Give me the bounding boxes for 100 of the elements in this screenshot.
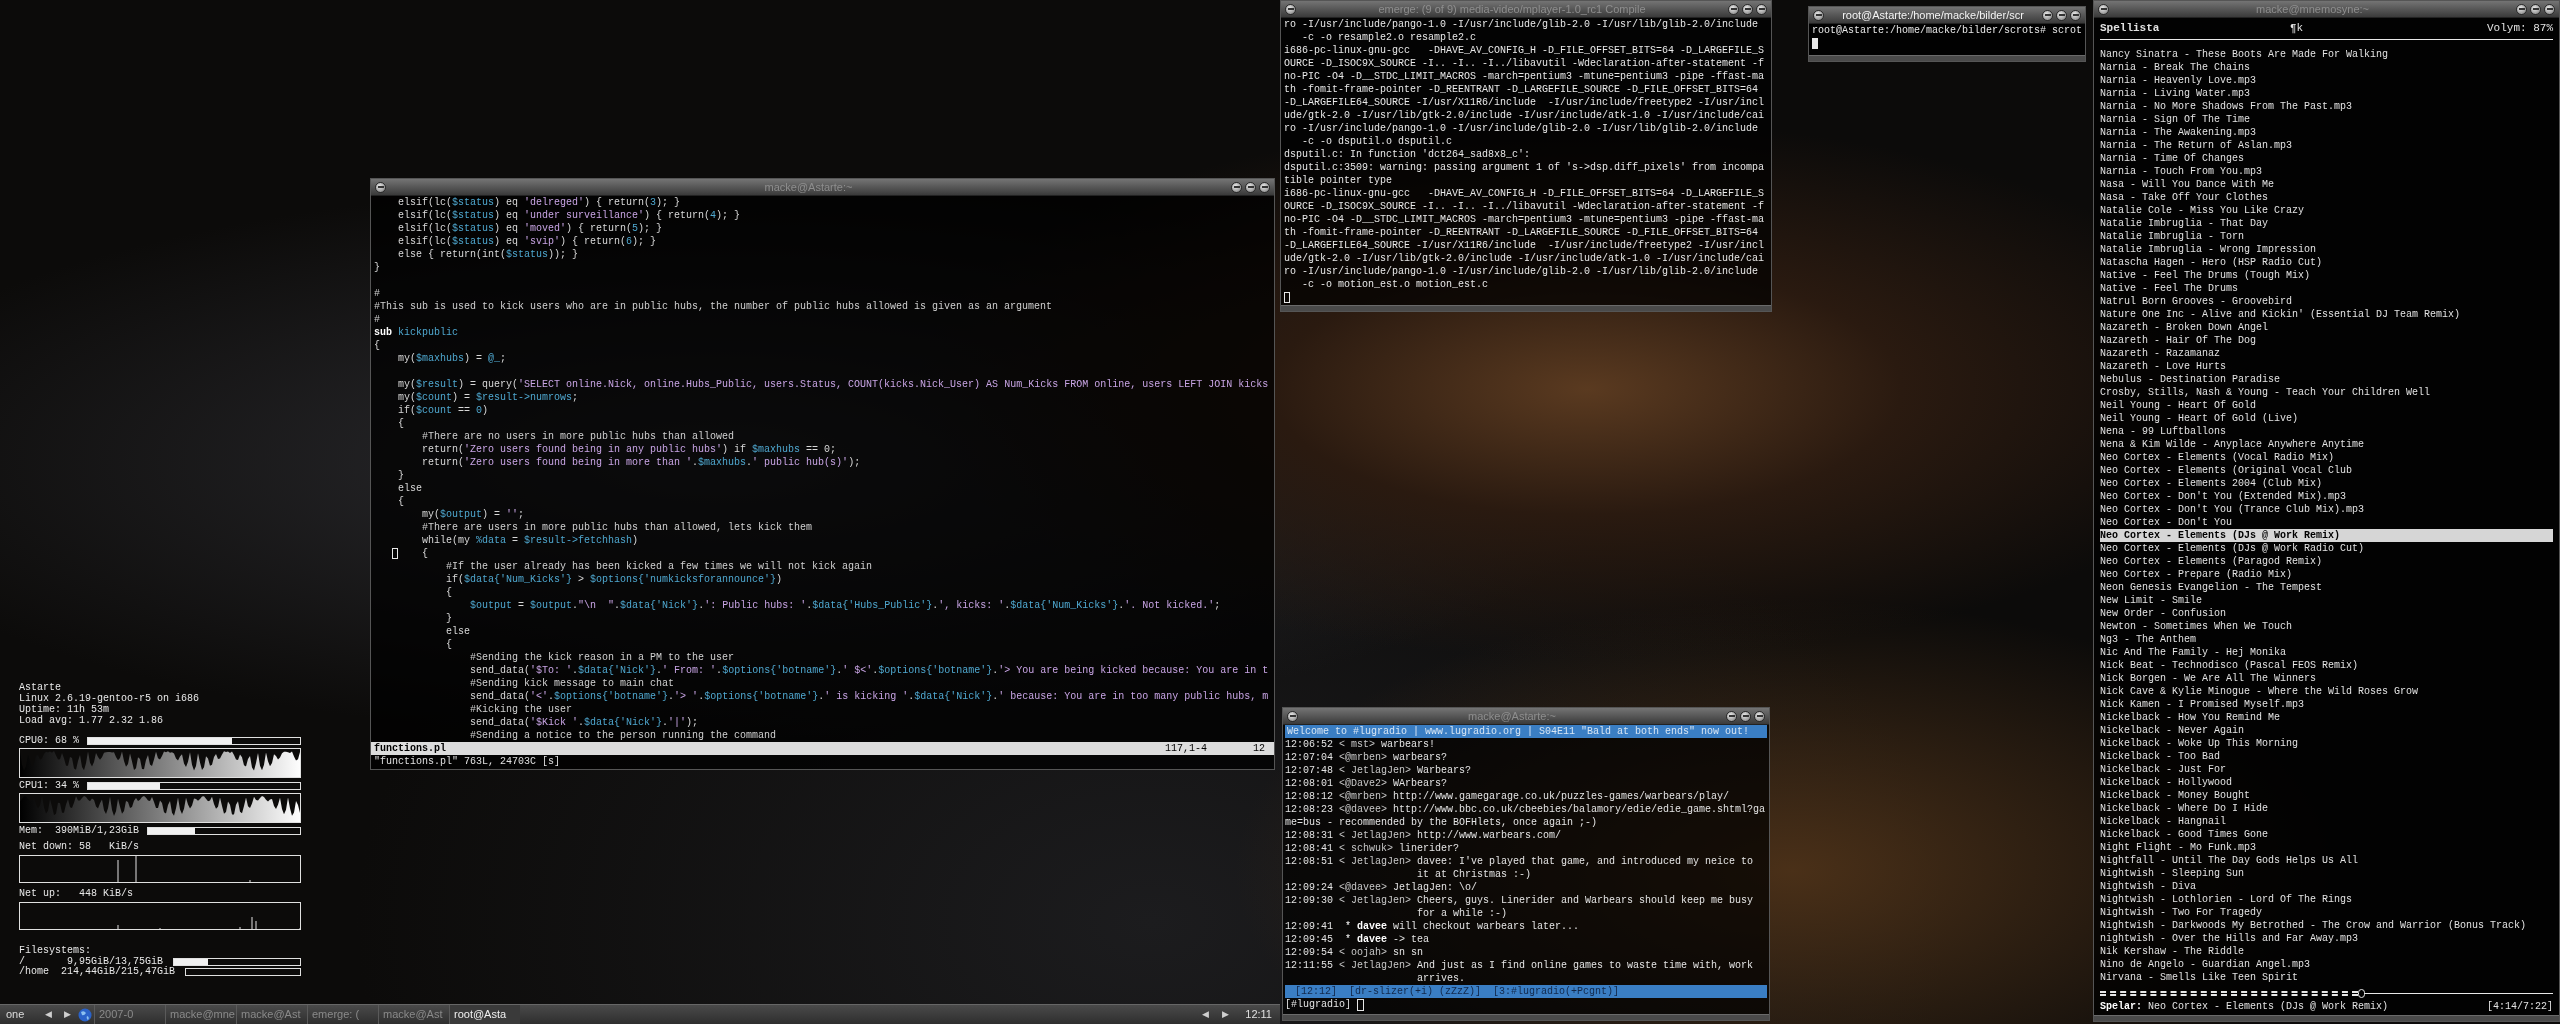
window-button[interactable] (1285, 3, 1296, 15)
playlist-item[interactable]: Natalie Imbruglia - Torn (2100, 230, 2553, 243)
playlist-item[interactable]: Nightwish - Diva (2100, 880, 2553, 893)
playlist-item[interactable]: New Limit - Smile (2100, 594, 2553, 607)
playlist-item[interactable]: Neo Cortex - Elements (Paragod Remix) (2100, 555, 2553, 568)
input-field[interactable] (1357, 998, 1364, 1011)
playlist-item[interactable]: Nickelback - Woke Up This Morning (2100, 737, 2553, 750)
playlist-item[interactable]: Neo Cortex - Elements (Original Vocal Club (2100, 464, 2553, 477)
playlist-item[interactable]: Neo Cortex - Prepare (Radio Mix) (2100, 568, 2553, 581)
playlist-item[interactable]: Natalie Imbruglia - Wrong Impression (2100, 243, 2553, 256)
window-button[interactable] (375, 181, 386, 193)
window-button[interactable] (1756, 3, 1767, 15)
playlist-item[interactable]: Natalie Imbruglia - That Day (2100, 217, 2553, 230)
window-button[interactable] (1726, 710, 1737, 722)
playlist-item[interactable]: Narnia - Time Of Changes (2100, 152, 2553, 165)
playlist-item[interactable]: Nebulus - Destination Paradise (2100, 373, 2553, 386)
playlist-item[interactable]: Nature One Inc - Alive and Kickin' (Essential DJ Team Remix) (2100, 308, 2553, 321)
playlist-item[interactable]: Nickelback - Money Bought (2100, 789, 2553, 802)
playlist-item[interactable]: Neo Cortex - Elements (DJs @ Work Radio Cut) (2100, 542, 2553, 555)
playlist-item[interactable]: Nickelback - Too Bad (2100, 750, 2553, 763)
playlist-item[interactable]: Nic And The Family - Hej Monika (2100, 646, 2553, 659)
playlist-item[interactable]: Natascha Hagen - Hero (HSP Radio Cut) (2100, 256, 2553, 269)
window-button[interactable] (2544, 3, 2555, 15)
playlist-item[interactable]: Neon Genesis Evangelion - The Tempest (2100, 581, 2553, 594)
playlist-item[interactable]: Nazareth - Hair Of The Dog (2100, 334, 2553, 347)
playlist-item[interactable]: Nightwish - Lothlorien - Lord Of The Rings (2100, 893, 2553, 906)
next-desktop-button[interactable]: ▶ (58, 1007, 76, 1022)
playlist-item[interactable]: Neo Cortex - Don't You (Extended Mix).mp3 (2100, 490, 2553, 503)
playlist-item[interactable]: Nickelback - Good Times Gone (2100, 828, 2553, 841)
playlist-item[interactable]: Nickelback - Never Again (2100, 724, 2553, 737)
playlist-item[interactable]: Nancy Sinatra - These Boots Are Made For Walking (2100, 48, 2553, 61)
playlist-item[interactable]: Crosby, Stills, Nash & Young - Teach Your Children Well (2100, 386, 2553, 399)
playlist-item[interactable]: Narnia - Living Water.mp3 (2100, 87, 2553, 100)
playlist-item[interactable]: Narnia - Sign Of The Time (2100, 113, 2553, 126)
playlist-item[interactable]: Neil Young - Heart Of Gold (2100, 399, 2553, 412)
playlist-item[interactable]: Neo Cortex - Elements (Vocal Radio Mix) (2100, 451, 2553, 464)
globe-icon[interactable] (78, 1007, 92, 1022)
playlist-item[interactable]: Narnia - Heavenly Love.mp3 (2100, 74, 2553, 87)
window-button[interactable] (2042, 9, 2053, 21)
playlist-item[interactable]: Nickelback - Hollywood (2100, 776, 2553, 789)
window-button[interactable] (2530, 3, 2541, 15)
playlist-item[interactable]: Narnia - Break The Chains (2100, 61, 2553, 74)
playlist-item[interactable]: Nightwish - Two For Tragedy (2100, 906, 2553, 919)
previous-desktop-button[interactable]: ◀ (38, 1007, 58, 1022)
playlist-item[interactable]: Narnia - No More Shadows From The Past.mp3 (2100, 100, 2553, 113)
window-button[interactable] (1740, 710, 1751, 722)
playlist-item[interactable]: Nazareth - Love Hurts (2100, 360, 2553, 373)
window-button[interactable] (1754, 710, 1765, 722)
playlist-item[interactable]: Newton - Sometimes When We Touch (2100, 620, 2553, 633)
playlist-item[interactable]: Nickelback - How You Remind Me (2100, 711, 2553, 724)
window-button[interactable] (1742, 3, 1753, 15)
window-button[interactable] (1287, 710, 1298, 722)
window-button[interactable] (1231, 181, 1242, 193)
playlist-item[interactable]: Nickelback - Just For (2100, 763, 2553, 776)
window-button[interactable] (1728, 3, 1739, 15)
playlist-item[interactable]: Nick Cave & Kylie Minogue - Where the Wild Roses Grow (2100, 685, 2553, 698)
playlist-item[interactable]: nightwish - Over the Hills and Far Away.mp3 (2100, 932, 2553, 945)
taskbar-button[interactable]: root@Asta (449, 1005, 520, 1024)
playlist-item[interactable]: New Order - Confusion (2100, 607, 2553, 620)
playlist-item[interactable]: Nik Kershaw - The Riddle (2100, 945, 2553, 958)
playlist-item[interactable]: Ng3 - The Anthem (2100, 633, 2553, 646)
playlist-item[interactable]: Night Flight - Mo Funk.mp3 (2100, 841, 2553, 854)
playlist-item[interactable]: Natrul Born Grooves - Groovebird (2100, 295, 2553, 308)
playlist-item[interactable]: Nick Beat - Technodisco (Pascal FEOS Remix) (2100, 659, 2553, 672)
playlist-item[interactable]: Nirvana - Smells Like Teen Spirit (2100, 971, 2553, 984)
window-button[interactable] (2516, 3, 2527, 15)
playlist-item[interactable]: Nightfall - Until The Day Gods Helps Us All (2100, 854, 2553, 867)
window-button[interactable] (2056, 9, 2067, 21)
playlist-item[interactable]: Nazareth - Broken Down Angel (2100, 321, 2553, 334)
window-button[interactable] (2098, 3, 2109, 15)
playlist-item[interactable]: Neil Young - Heart Of Gold (Live) (2100, 412, 2553, 425)
playlist-item[interactable]: Native - Feel The Drums (2100, 282, 2553, 295)
playlist-item[interactable]: Nick Kamen - I Promised Myself.mp3 (2100, 698, 2553, 711)
window-button[interactable] (1259, 181, 1270, 193)
playlist-item[interactable]: Nena - 99 Luftballons (2100, 425, 2553, 438)
playlist-item[interactable]: Neo Cortex - Don't You (Trance Club Mix).mp3 (2100, 503, 2553, 516)
playlist-item[interactable]: Nino de Angelo - Guardian Angel.mp3 (2100, 958, 2553, 971)
playlist-item[interactable]: Neo Cortex - Elements 2004 (Club Mix) (2100, 477, 2553, 490)
playlist-item[interactable]: Nickelback - Hangnail (2100, 815, 2553, 828)
playlist-item[interactable]: Nickelback - Where Do I Hide (2100, 802, 2553, 815)
playlist-item[interactable]: Neo Cortex - Don't You (2100, 516, 2553, 529)
next-button[interactable]: ▶ (1215, 1007, 1236, 1022)
playlist-item[interactable]: Neo Cortex - Elements (DJs @ Work Remix) (2100, 529, 2553, 542)
playlist-item[interactable]: Nightwish - Sleeping Sun (2100, 867, 2553, 880)
playlist-item[interactable]: Nightwish - Darkwoods My Betrothed - The Crow and Warrior (Bonus Track) (2100, 919, 2553, 932)
playlist-item[interactable]: Native - Feel The Drums (Tough Mix) (2100, 269, 2553, 282)
desktop-switcher[interactable]: one (0, 1006, 38, 1023)
window-button[interactable] (1245, 181, 1256, 193)
playlist-item[interactable]: Nena & Kim Wilde - Anyplace Anywhere Anytime (2100, 438, 2553, 451)
window-button[interactable] (2070, 9, 2081, 21)
playlist-item[interactable]: Nasa - Take Off Your Clothes (2100, 191, 2553, 204)
playlist-item[interactable]: Nazareth - Razamanaz (2100, 347, 2553, 360)
window-button[interactable] (1813, 9, 1824, 21)
playlist-item[interactable]: Narnia - Touch From You.mp3 (2100, 165, 2553, 178)
playlist-item[interactable]: Nasa - Will You Dance With Me (2100, 178, 2553, 191)
previous-button[interactable]: ◀ (1195, 1007, 1216, 1022)
playlist-item[interactable]: Nick Borgen - We Are All The Winners (2100, 672, 2553, 685)
playlist-item[interactable]: Narnia - The Awakening.mp3 (2100, 126, 2553, 139)
playlist-item[interactable]: Natalie Cole - Miss You Like Crazy (2100, 204, 2553, 217)
playlist-item[interactable]: Narnia - The Return of Aslan.mp3 (2100, 139, 2553, 152)
